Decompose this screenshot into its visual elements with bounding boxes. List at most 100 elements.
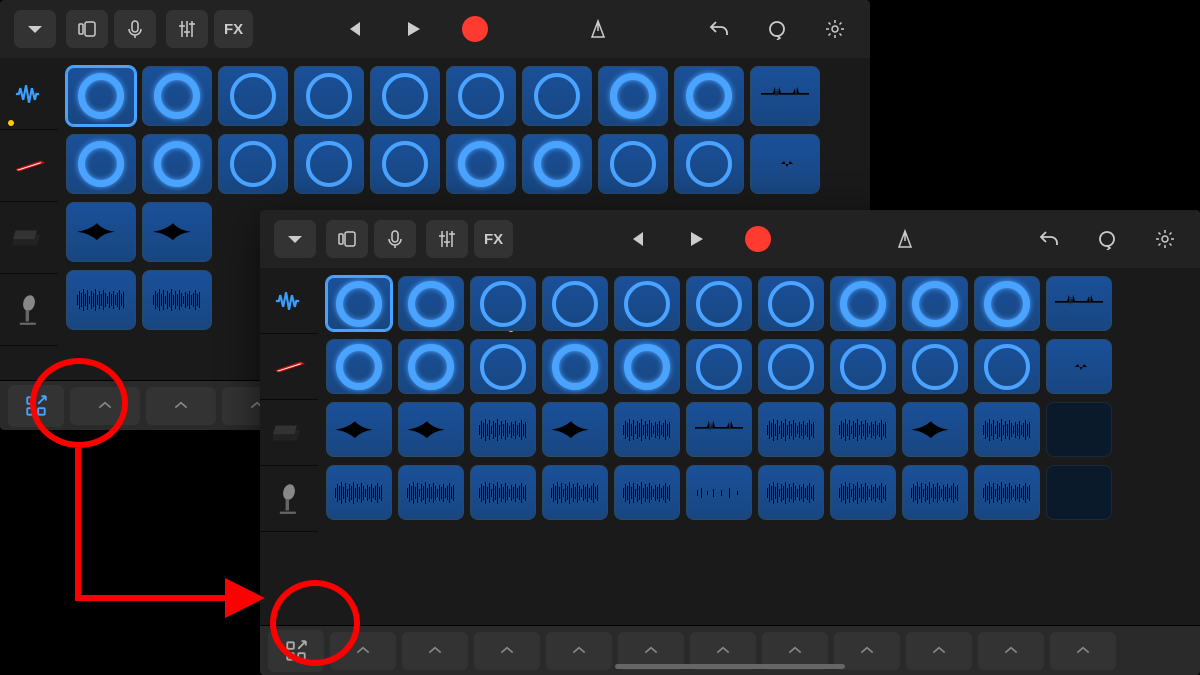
metronome-button[interactable]: [884, 220, 926, 258]
loop-cell[interactable]: [522, 134, 592, 194]
loop-cell[interactable]: [974, 276, 1040, 331]
metronome-button[interactable]: [577, 10, 619, 48]
loop-cell[interactable]: [902, 465, 968, 520]
loop-cell[interactable]: [142, 134, 212, 194]
loop-cell[interactable]: [142, 202, 212, 262]
loop-button[interactable]: [756, 10, 798, 48]
track-header-synth[interactable]: [260, 400, 318, 466]
loop-cell[interactable]: [830, 339, 896, 394]
loop-cell[interactable]: [446, 66, 516, 126]
loop-cell[interactable]: [542, 465, 608, 520]
loop-cell[interactable]: [218, 66, 288, 126]
view-toggle-button[interactable]: [326, 220, 368, 258]
settings-button[interactable]: [814, 10, 856, 48]
loop-cell[interactable]: [614, 339, 680, 394]
loop-cell[interactable]: [830, 402, 896, 457]
column-trigger[interactable]: [70, 387, 140, 425]
loop-cell[interactable]: [326, 339, 392, 394]
column-trigger[interactable]: [402, 632, 468, 670]
loop-cell[interactable]: [522, 66, 592, 126]
mixer-button[interactable]: [166, 10, 208, 48]
track-header-mic[interactable]: [0, 274, 58, 346]
loop-cell[interactable]: [326, 402, 392, 457]
fx-button[interactable]: FX: [474, 220, 513, 258]
loop-cell[interactable]: [542, 402, 608, 457]
loop-cell[interactable]: [542, 339, 608, 394]
column-trigger[interactable]: [906, 632, 972, 670]
loop-cell[interactable]: [758, 276, 824, 331]
loop-cell[interactable]: [686, 465, 752, 520]
loop-cell[interactable]: [974, 465, 1040, 520]
loop-cell[interactable]: [686, 402, 752, 457]
track-header-keyboard[interactable]: [260, 334, 318, 400]
settings-button[interactable]: [1144, 220, 1186, 258]
column-trigger[interactable]: [978, 632, 1044, 670]
loop-cell[interactable]: [758, 465, 824, 520]
loop-cell[interactable]: [1046, 465, 1112, 520]
loop-cell[interactable]: [750, 134, 820, 194]
loop-cell[interactable]: [686, 339, 752, 394]
record-button[interactable]: [735, 220, 781, 258]
record-button[interactable]: [452, 10, 498, 48]
column-trigger[interactable]: [146, 387, 216, 425]
fx-button[interactable]: FX: [214, 10, 253, 48]
loop-cell[interactable]: [674, 134, 744, 194]
loop-cell[interactable]: [1046, 339, 1112, 394]
rewind-button[interactable]: [615, 220, 657, 258]
track-header-mic[interactable]: [260, 466, 318, 532]
mic-button[interactable]: [114, 10, 156, 48]
loop-cell[interactable]: [1046, 276, 1112, 331]
loop-cell[interactable]: [542, 276, 608, 331]
loop-cell[interactable]: [398, 402, 464, 457]
view-toggle-button[interactable]: [66, 10, 108, 48]
loop-cell[interactable]: [974, 402, 1040, 457]
rewind-button[interactable]: [332, 10, 374, 48]
loop-cell[interactable]: [750, 66, 820, 126]
column-trigger[interactable]: [1050, 632, 1116, 670]
mic-button[interactable]: [374, 220, 416, 258]
loop-cell[interactable]: [974, 339, 1040, 394]
track-header-keyboard[interactable]: [0, 130, 58, 202]
track-header-audio[interactable]: [260, 268, 318, 334]
loop-cell[interactable]: [614, 465, 680, 520]
track-header-audio[interactable]: [0, 58, 58, 130]
loop-cell[interactable]: [674, 66, 744, 126]
undo-button[interactable]: [698, 10, 740, 48]
play-button[interactable]: [675, 220, 717, 258]
browser-button[interactable]: [274, 220, 316, 258]
loop-cell[interactable]: [398, 465, 464, 520]
loop-cell[interactable]: [370, 134, 440, 194]
cell-edit-toggle[interactable]: [8, 385, 64, 427]
mixer-button[interactable]: [426, 220, 468, 258]
loop-cell[interactable]: [902, 402, 968, 457]
loop-cell[interactable]: [294, 66, 364, 126]
loop-cell[interactable]: [218, 134, 288, 194]
loop-cell[interactable]: [758, 339, 824, 394]
loop-cell[interactable]: [598, 66, 668, 126]
track-header-synth[interactable]: [0, 202, 58, 274]
loop-cell[interactable]: [370, 66, 440, 126]
loop-button[interactable]: [1086, 220, 1128, 258]
loop-cell[interactable]: [326, 465, 392, 520]
loop-cell[interactable]: [830, 276, 896, 331]
column-trigger[interactable]: [330, 632, 396, 670]
play-button[interactable]: [392, 10, 434, 48]
loop-cell[interactable]: [398, 276, 464, 331]
loop-cell[interactable]: [830, 465, 896, 520]
loop-cell[interactable]: [66, 202, 136, 262]
loop-cell[interactable]: [66, 134, 136, 194]
loop-cell[interactable]: [686, 276, 752, 331]
loop-cell[interactable]: [470, 276, 536, 331]
loop-cell[interactable]: [446, 134, 516, 194]
loop-cell[interactable]: [470, 339, 536, 394]
loop-cell[interactable]: [758, 402, 824, 457]
loop-cell[interactable]: [294, 134, 364, 194]
loop-cell[interactable]: [142, 270, 212, 330]
loop-cell[interactable]: [614, 276, 680, 331]
loop-cell[interactable]: [1046, 402, 1112, 457]
loop-cell[interactable]: [470, 465, 536, 520]
cell-edit-toggle[interactable]: [268, 630, 324, 672]
home-indicator[interactable]: [615, 664, 845, 669]
loop-cell[interactable]: [326, 276, 392, 331]
loop-cell[interactable]: [66, 66, 136, 126]
